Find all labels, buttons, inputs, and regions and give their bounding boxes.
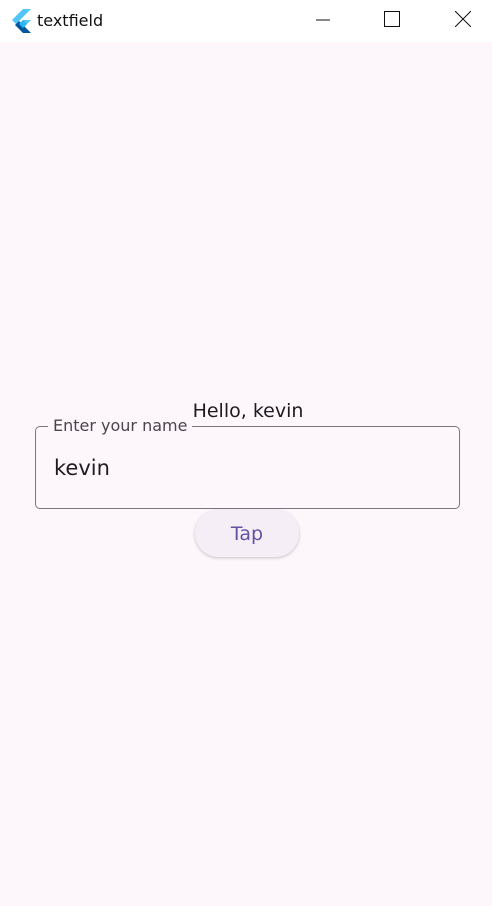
app-window: textfield Hello, kevin Enter your name k… (0, 0, 492, 906)
close-icon (454, 10, 472, 31)
tap-button[interactable]: Tap (195, 510, 299, 557)
name-text-field[interactable]: Enter your name kevin (35, 416, 460, 509)
name-field-label: Enter your name (48, 416, 193, 436)
title-bar[interactable]: textfield (0, 0, 492, 42)
minimize-button[interactable] (300, 0, 346, 42)
name-field-value[interactable]: kevin (54, 455, 110, 481)
flutter-logo-icon (10, 9, 32, 33)
minimize-icon (316, 12, 330, 31)
maximize-icon (384, 11, 400, 31)
maximize-button[interactable] (369, 0, 415, 42)
main-content: Hello, kevin Enter your name kevin Tap (0, 42, 492, 906)
window-title: textfield (37, 11, 104, 30)
tap-button-label: Tap (230, 522, 264, 545)
close-button[interactable] (440, 0, 486, 42)
